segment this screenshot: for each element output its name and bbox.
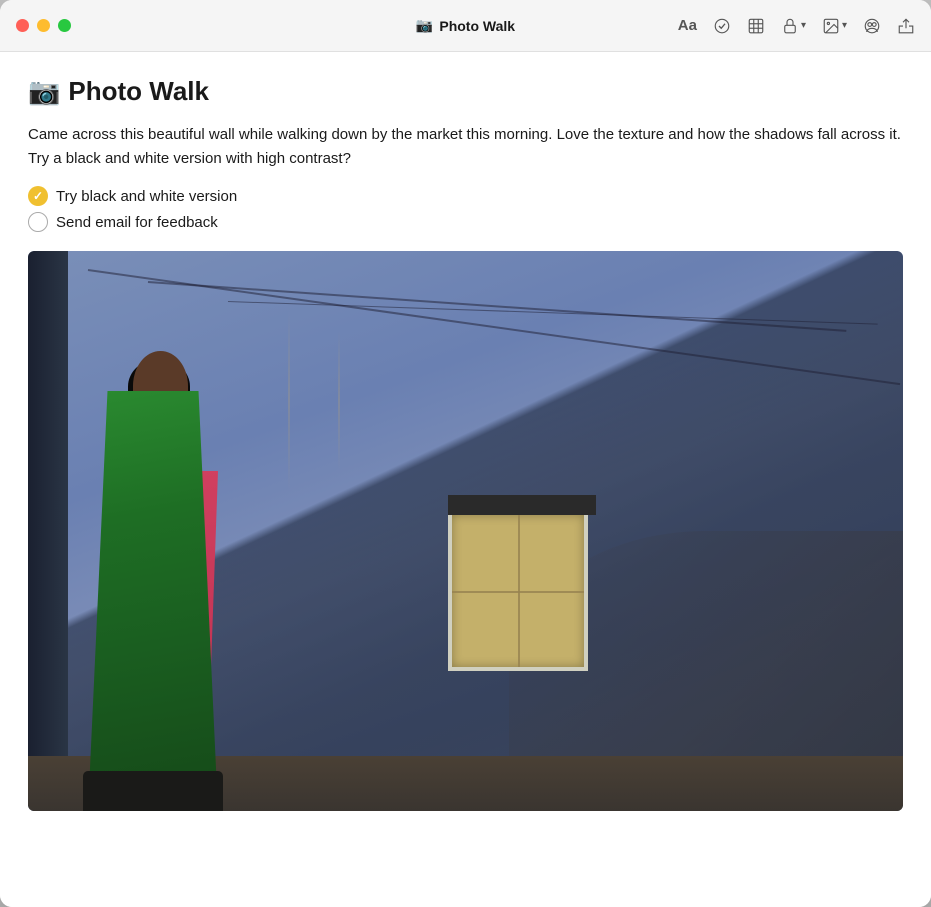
note-title: Photo Walk bbox=[68, 76, 209, 107]
titlebar-text: Photo Walk bbox=[439, 18, 515, 34]
check-circle-icon bbox=[713, 17, 731, 35]
person-feet bbox=[83, 771, 223, 811]
minimize-button[interactable] bbox=[37, 19, 50, 32]
titlebar-emoji: 📷 bbox=[416, 17, 433, 34]
table-button[interactable] bbox=[747, 17, 765, 35]
photo-chevron-icon: ▾ bbox=[842, 20, 847, 31]
photo-icon bbox=[822, 17, 840, 35]
titlebar-actions: Aa bbox=[678, 17, 915, 35]
table-icon bbox=[747, 17, 765, 35]
photo-container bbox=[28, 251, 903, 811]
check-empty-icon[interactable] bbox=[28, 212, 48, 232]
media-button[interactable]: ▾ bbox=[822, 17, 847, 35]
drip-2 bbox=[338, 331, 340, 471]
titlebar: 📷 Photo Walk Aa bbox=[0, 0, 931, 52]
font-button[interactable]: Aa bbox=[678, 17, 697, 34]
collab-icon bbox=[863, 17, 881, 35]
wall-left-strip bbox=[28, 251, 68, 811]
checklist-item-2-label: Send email for feedback bbox=[56, 214, 218, 231]
wall-window bbox=[448, 511, 588, 671]
share-button[interactable] bbox=[897, 17, 915, 35]
check-done-icon[interactable] bbox=[28, 186, 48, 206]
app-window: 📷 Photo Walk Aa bbox=[0, 0, 931, 907]
checklist-item-2[interactable]: Send email for feedback bbox=[28, 209, 903, 235]
checklist-item-1-label: Try black and white version bbox=[56, 188, 237, 205]
checklist: Try black and white version Send email f… bbox=[28, 183, 903, 235]
lock-chevron-icon: ▾ bbox=[801, 20, 806, 31]
titlebar-title: 📷 Photo Walk bbox=[416, 17, 515, 34]
note-image bbox=[28, 251, 903, 811]
close-button[interactable] bbox=[16, 19, 29, 32]
collab-button[interactable] bbox=[863, 17, 881, 35]
note-content: 📷 Photo Walk Came across this beautiful … bbox=[0, 52, 931, 907]
share-icon bbox=[897, 17, 915, 35]
wall-window-shade bbox=[448, 495, 596, 515]
maximize-button[interactable] bbox=[58, 19, 71, 32]
window-controls bbox=[16, 19, 71, 32]
drip-1 bbox=[288, 311, 290, 491]
person-figure bbox=[68, 351, 288, 811]
note-title-row: 📷 Photo Walk bbox=[28, 76, 903, 107]
lock-icon bbox=[781, 17, 799, 35]
person-body bbox=[88, 391, 218, 811]
note-title-emoji: 📷 bbox=[28, 76, 60, 107]
checklist-item-1[interactable]: Try black and white version bbox=[28, 183, 903, 209]
note-body-text: Came across this beautiful wall while wa… bbox=[28, 123, 903, 171]
checklist-button[interactable] bbox=[713, 17, 731, 35]
lock-button[interactable]: ▾ bbox=[781, 17, 806, 35]
